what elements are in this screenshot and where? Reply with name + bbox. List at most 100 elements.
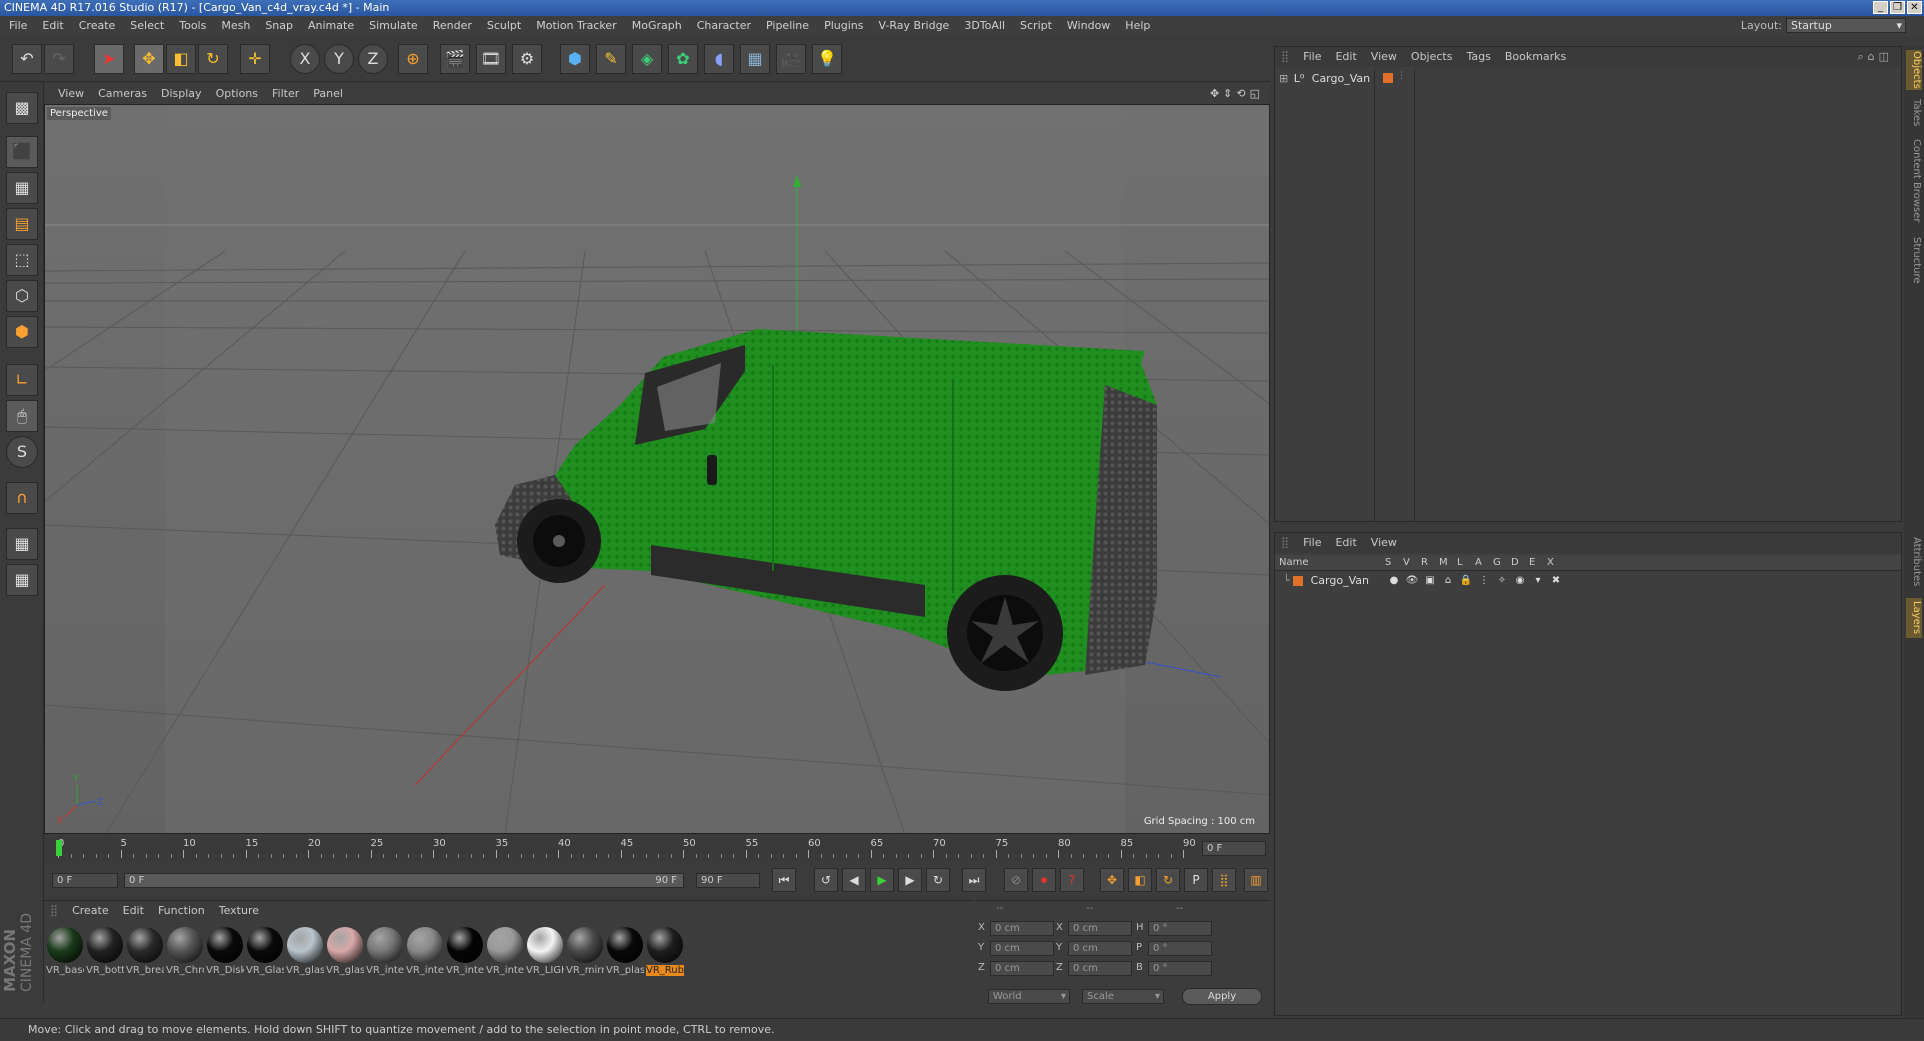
layer-column-s[interactable]: S (1385, 555, 1391, 571)
material-menu-function[interactable]: Function (158, 904, 205, 917)
material-swatch[interactable]: VR_Disk (206, 927, 250, 989)
layer-menu-edit[interactable]: Edit (1335, 536, 1356, 549)
tab-attributes[interactable]: Attributes (1906, 532, 1922, 592)
menu-mograph[interactable]: MoGraph (632, 19, 682, 32)
move-tool-button[interactable]: ✥ (134, 44, 164, 74)
material-swatch[interactable]: VR_inter (366, 927, 410, 989)
menu-character[interactable]: Character (697, 19, 751, 32)
material-swatch[interactable]: VR_Chro (166, 927, 210, 989)
subdivision-button[interactable]: ◈ (632, 44, 662, 74)
viewport-menu-panel[interactable]: Panel (313, 87, 343, 100)
menu-snap[interactable]: Snap (265, 19, 293, 32)
viewport-nav-icons[interactable]: ✥⇕⟲◱ (1210, 84, 1264, 104)
undo-button[interactable]: ↶ (12, 44, 42, 74)
object-menu-objects[interactable]: Objects (1411, 50, 1453, 63)
layer-column-g[interactable]: G (1493, 555, 1501, 571)
magnet-icon[interactable]: ∩ (6, 482, 38, 514)
search-icon[interactable]: ⌕⌂◫ (1857, 50, 1893, 64)
material-menu-create[interactable]: Create (72, 904, 109, 917)
menu-simulate[interactable]: Simulate (369, 19, 418, 32)
layout-dropdown[interactable]: Startup ▾ (1786, 18, 1906, 33)
object-menu-file[interactable]: File (1303, 50, 1321, 63)
coordinate-system-button[interactable]: ⊕ (398, 44, 428, 74)
material-swatch[interactable]: VR_Glass (246, 927, 290, 989)
material-swatch[interactable]: VR_inter (486, 927, 530, 989)
material-swatch[interactable]: VR_LIGH (526, 927, 570, 989)
material-swatch[interactable]: VR_brea (126, 927, 170, 989)
workplane-mode-button[interactable]: ▤ (6, 208, 38, 240)
layer-flag-icon[interactable]: ✖ (1549, 573, 1563, 589)
key-pla-button[interactable]: ⣿ (1212, 868, 1236, 892)
points-mode-button[interactable]: ⬚ (6, 244, 38, 276)
menu-v-ray-bridge[interactable]: V-Ray Bridge (878, 19, 949, 32)
key-rotation-button[interactable]: ↻ (1156, 868, 1180, 892)
menu-plugins[interactable]: Plugins (824, 19, 863, 32)
coord-value-field[interactable]: 0 ° (1148, 941, 1212, 956)
coord-value-field[interactable]: 0 cm (990, 961, 1054, 976)
pen-spline-button[interactable]: ✎ (596, 44, 626, 74)
menu-animate[interactable]: Animate (308, 19, 354, 32)
grip-icon[interactable]: ⣿ (1281, 536, 1289, 549)
make-editable-button[interactable]: ▩ (6, 92, 38, 124)
record-keys-button[interactable]: ⊘ (1004, 868, 1028, 892)
viewport-menu-filter[interactable]: Filter (272, 87, 299, 100)
layer-flag-icon[interactable]: ▾ (1531, 573, 1545, 589)
go-to-start-button[interactable]: ⏮ (772, 868, 796, 892)
layer-flag-icon[interactable]: 👁 (1405, 573, 1419, 589)
layer-column-l[interactable]: L (1457, 555, 1463, 571)
render-view-button[interactable]: 🎬 (440, 44, 470, 74)
layer-color-swatch[interactable] (1383, 73, 1393, 83)
layer-column-e[interactable]: E (1529, 555, 1535, 571)
object-menu-edit[interactable]: Edit (1335, 50, 1356, 63)
end-frame-field[interactable]: 90 F (696, 873, 760, 888)
layer-column-x[interactable]: X (1547, 555, 1554, 571)
material-swatch[interactable]: VR_base (46, 927, 90, 989)
lock-workplane-button[interactable]: ▦ (6, 528, 38, 560)
material-menu-texture[interactable]: Texture (219, 904, 259, 917)
layer-column-d[interactable]: D (1511, 555, 1519, 571)
scale-tool-button[interactable]: ◧ (166, 44, 196, 74)
current-frame-field[interactable]: 0 F (1202, 841, 1266, 856)
deformer-button[interactable]: ◖ (704, 44, 734, 74)
menu-render[interactable]: Render (433, 19, 472, 32)
menu-edit[interactable]: Edit (42, 19, 63, 32)
rotate-tool-button[interactable]: ↻ (198, 44, 228, 74)
menu-help[interactable]: Help (1125, 19, 1150, 32)
layer-menu-view[interactable]: View (1371, 536, 1397, 549)
menu-create[interactable]: Create (79, 19, 116, 32)
viewport-menu-view[interactable]: View (58, 87, 84, 100)
coord-value-field[interactable]: 0 cm (1068, 941, 1132, 956)
grip-icon[interactable]: ⣿ (1281, 50, 1289, 63)
menu-sculpt[interactable]: Sculpt (487, 19, 521, 32)
render-settings-button[interactable]: ⚙ (512, 44, 542, 74)
menu-select[interactable]: Select (130, 19, 164, 32)
z-axis-button[interactable]: Z (358, 44, 388, 74)
help-icon[interactable]: ? (1060, 868, 1084, 892)
menu-file[interactable]: File (9, 19, 27, 32)
material-menu-edit[interactable]: Edit (123, 904, 144, 917)
key-parameter-button[interactable]: P (1184, 868, 1208, 892)
material-swatch[interactable]: VR_inter (406, 927, 450, 989)
texture-mode-button[interactable]: ▦ (6, 172, 38, 204)
tab-structure[interactable]: Structure (1906, 232, 1922, 288)
material-swatch[interactable]: VR_mirro (566, 927, 610, 989)
coord-value-field[interactable]: 0 cm (990, 941, 1054, 956)
cloner-button[interactable]: ✿ (668, 44, 698, 74)
layer-flag-icon[interactable]: ⌂ (1441, 573, 1455, 589)
object-menu-bookmarks[interactable]: Bookmarks (1505, 50, 1566, 63)
expand-icon[interactable]: ⊞ (1279, 72, 1288, 85)
visibility-dots-icon[interactable]: ⋮ (1397, 71, 1406, 81)
floor-button[interactable]: ▦ (740, 44, 770, 74)
timeline-window-button[interactable]: ▥ (1244, 868, 1268, 892)
menu-window[interactable]: Window (1067, 19, 1110, 32)
layer-flag-icon[interactable]: ⋮ (1477, 573, 1491, 589)
layer-color-swatch[interactable] (1293, 576, 1304, 586)
tab-layers[interactable]: Layers (1906, 598, 1922, 638)
coord-value-field[interactable]: 0 cm (990, 921, 1054, 936)
menu-pipeline[interactable]: Pipeline (766, 19, 809, 32)
object-row-cargo-van[interactable]: ⊞ L⁰ Cargo_Van (1279, 71, 1370, 87)
layer-flag-icon[interactable]: 🔒 (1459, 573, 1473, 589)
tweak-mode-button[interactable]: 🖱 (6, 400, 38, 432)
perspective-viewport[interactable]: Y Z X Perspective Grid Spacing : 100 cm (44, 104, 1270, 834)
layer-column-name[interactable]: Name (1279, 555, 1309, 571)
